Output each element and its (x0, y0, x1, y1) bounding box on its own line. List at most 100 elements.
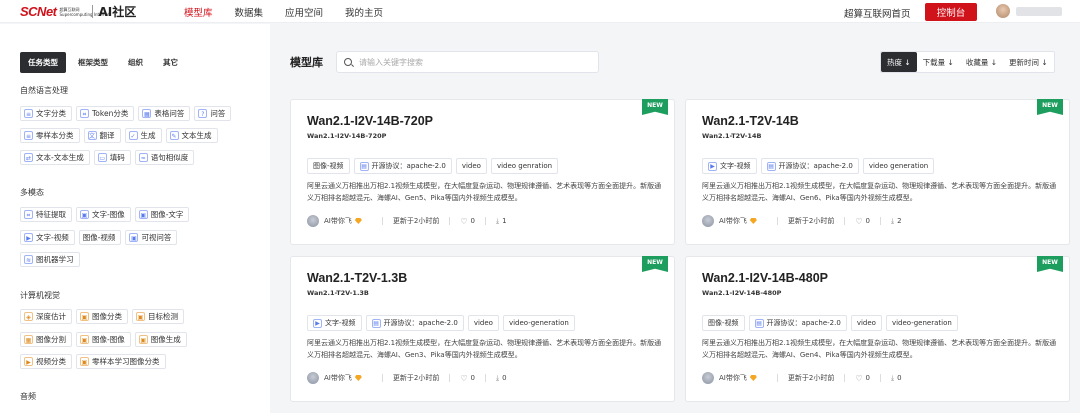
model-tag[interactable]: video (455, 158, 487, 174)
model-tag[interactable]: video generation (862, 158, 935, 174)
section-title-audio: 音频 (20, 392, 36, 401)
task-tag[interactable]: ▭ 填码 (93, 150, 131, 165)
tab-other[interactable]: 其它 (155, 52, 186, 73)
model-tag[interactable]: video-generation (885, 315, 958, 331)
section-title-computer-vision: 计算机视觉 (20, 291, 60, 300)
task-tag[interactable]: ▣ 图像-图像 (76, 332, 131, 347)
license-tag[interactable]: ▤ 开源协议：apache-2.0 (748, 315, 847, 331)
task-tag[interactable]: ⇄ 文本-文本生成 (20, 150, 90, 165)
license-tag[interactable]: ▤ 开源协议：apache-2.0 (353, 158, 452, 174)
model-title[interactable]: Wan2.1-T2V-14B (702, 114, 799, 128)
user-avatar[interactable] (996, 4, 1010, 18)
author-name[interactable]: AI带你飞 (719, 373, 747, 383)
console-button[interactable]: 控制台 (925, 3, 977, 21)
task-tag[interactable]: 图像-视频 (78, 230, 122, 245)
task-tag[interactable]: ▣ 图像生成 (134, 332, 187, 347)
license-icon: ▤ (359, 161, 369, 171)
verified-gem-icon (749, 218, 757, 224)
task-tag[interactable]: ✓ 生成 (124, 128, 162, 143)
model-card[interactable]: NEW Wan2.1-T2V-14B Wan2.1-T2V-14B ▶ 文字-视频… (685, 99, 1070, 245)
model-tag[interactable]: 图像-视频 (702, 315, 745, 331)
task-tag[interactable]: ⌗ 特征提取 (20, 207, 72, 222)
sort-by-favorites[interactable]: 收藏量 ↓ (960, 52, 1003, 72)
nav-model-library[interactable]: 模型库 (184, 5, 213, 19)
task-tag[interactable]: ◈ 深度估计 (20, 309, 72, 324)
search-placeholder: 请输入关键字搜索 (359, 57, 423, 67)
text-to-video-icon: ▶ (24, 233, 33, 242)
logo-wordmark: SCNet (20, 4, 57, 19)
task-tag[interactable]: ▣ 文字-图像 (76, 207, 131, 222)
task-tag[interactable]: ▦ 表格问答 (138, 106, 191, 121)
author-name[interactable]: AI带你飞 (324, 373, 352, 383)
page-title: 模型库 (290, 56, 323, 69)
author-name[interactable]: AI带你飞 (719, 216, 747, 226)
task-type-tag[interactable]: ▶ 文字-视频 (307, 315, 362, 331)
task-tag[interactable]: ⌗ Token分类 (76, 106, 135, 121)
top-navigation-bar: SCNet 超算互联网 Supercomputing Internet AI社区… (0, 0, 1080, 23)
task-tag[interactable]: ≈ 语句相似度 (134, 150, 195, 165)
model-card[interactable]: NEW Wan2.1-T2V-1.3B Wan2.1-T2V-1.3B ▶ 文字-… (290, 256, 675, 402)
task-tag-label: 零样本分类 (36, 131, 74, 140)
task-tag[interactable]: ✎ 文本生成 (165, 128, 218, 143)
nav-datasets[interactable]: 数据集 (235, 5, 264, 19)
tab-framework-type[interactable]: 框架类型 (70, 52, 116, 73)
like-count: 0 (865, 374, 870, 382)
task-tag[interactable]: ▣ 目标检测 (132, 309, 184, 324)
new-badge: NEW (642, 256, 668, 272)
model-tag[interactable]: video-generation (502, 315, 575, 331)
task-tag[interactable]: ▣ 可视问答 (125, 230, 178, 245)
model-title[interactable]: Wan2.1-T2V-1.3B (307, 271, 407, 285)
license-tag[interactable]: ▤ 开源协议：apache-2.0 (365, 315, 464, 331)
license-tag[interactable]: ▤ 开源协议：apache-2.0 (760, 158, 859, 174)
task-tag[interactable]: ≡ 文字分类 (20, 106, 72, 121)
scnet-logo[interactable]: SCNet 超算互联网 Supercomputing Internet AI社区 (20, 4, 136, 19)
task-tag[interactable]: ▣ 图像分类 (76, 309, 128, 324)
sort-by-update-time[interactable]: 更新时间 ↓ (1003, 52, 1054, 72)
model-meta: AI带你飞 更新于2小时前 ♡ 0 ⤓ 1 (307, 215, 507, 227)
model-tag[interactable]: 图像-视频 (307, 158, 350, 174)
image-to-text-icon: ▣ (138, 210, 148, 219)
task-tag[interactable]: 文翻译 (83, 128, 121, 143)
tag-row: ▶ 视频分类 ▣ 零样本学习图像分类 (20, 354, 170, 369)
author-name[interactable]: AI带你飞 (324, 216, 352, 226)
model-title[interactable]: Wan2.1-I2V-14B-720P (307, 114, 433, 128)
model-tag[interactable]: video (850, 315, 882, 331)
task-tag[interactable]: ▶ 文字-视频 (20, 230, 75, 245)
model-subtitle: Wan2.1-T2V-14B (702, 132, 762, 140)
license-icon: ▤ (766, 161, 776, 171)
task-tag[interactable]: ≡ 零样本分类 (20, 128, 80, 143)
username-blurred[interactable] (1016, 7, 1062, 16)
supercomputing-home-link[interactable]: 超算互联网首页 (844, 6, 911, 20)
task-tag[interactable]: ▣ 图像-文字 (134, 207, 190, 222)
task-tag[interactable]: ▶ 视频分类 (20, 354, 72, 369)
tag-row: ▦ 图像分割 ▣ 图像-图像 ▣ 图像生成 (20, 332, 191, 347)
model-tag[interactable]: video genration (490, 158, 559, 174)
task-type-tag[interactable]: ▶ 文字-视频 (702, 158, 757, 174)
nav-app-space[interactable]: 应用空间 (285, 5, 323, 19)
similarity-icon: ≈ (138, 153, 148, 162)
meta-divider (449, 217, 451, 225)
model-card[interactable]: NEW Wan2.1-I2V-14B-480P Wan2.1-I2V-14B-4… (685, 256, 1070, 402)
model-title[interactable]: Wan2.1-I2V-14B-480P (702, 271, 828, 285)
task-tag-label: 目标检测 (148, 312, 178, 321)
task-tag[interactable]: ≋ 图机器学习 (20, 252, 80, 267)
tab-task-type[interactable]: 任务类型 (20, 52, 66, 73)
model-tag[interactable]: video (467, 315, 499, 331)
verified-gem-icon (354, 218, 362, 224)
license-label: 开源协议：apache-2.0 (383, 319, 458, 327)
tag-row: ≡ 文字分类 ⌗ Token分类 ▦ 表格问答 ? 问答 (20, 106, 235, 121)
task-tag-label: 零样本学习图像分类 (92, 357, 160, 366)
task-tag[interactable]: ▣ 零样本学习图像分类 (76, 354, 166, 369)
model-card[interactable]: NEW Wan2.1-I2V-14B-720P Wan2.1-I2V-14B-7… (290, 99, 675, 245)
text-classify-icon: ≡ (24, 109, 33, 118)
sort-by-downloads[interactable]: 下载量 ↓ (917, 52, 960, 72)
tab-organization[interactable]: 组织 (120, 52, 151, 73)
search-input[interactable]: 请输入关键字搜索 (336, 51, 599, 73)
task-tag[interactable]: ▦ 图像分割 (20, 332, 72, 347)
task-tag[interactable]: ? 问答 (194, 106, 232, 121)
nav-my-homepage[interactable]: 我的主页 (345, 5, 383, 19)
text2text-icon: ⇄ (24, 153, 33, 162)
task-tag-label: 文字-图像 (92, 210, 125, 219)
sort-by-popularity[interactable]: 热度 ↓ (881, 52, 917, 72)
meta-divider (776, 374, 778, 382)
